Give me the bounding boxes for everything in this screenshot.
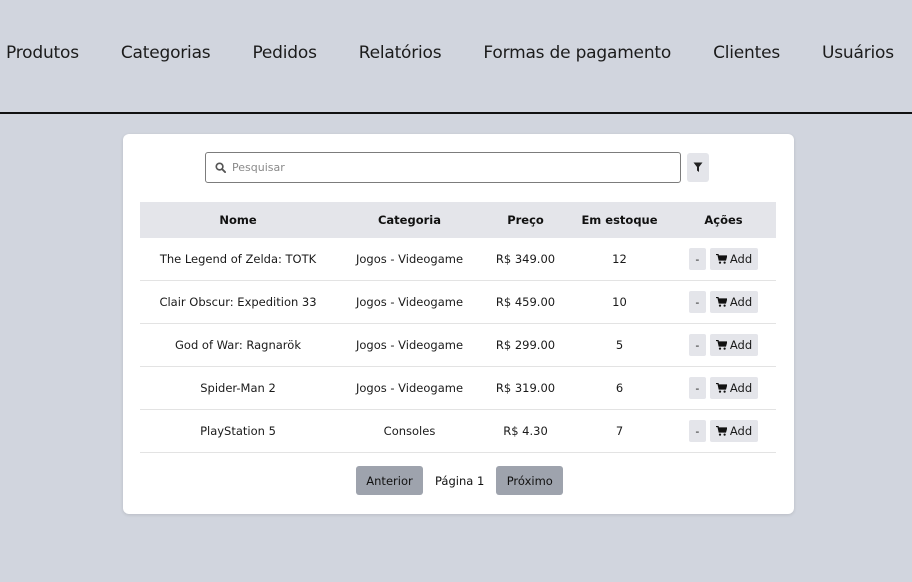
product-price: R$ 349.00 <box>483 238 568 281</box>
table-row: PlayStation 5 Consoles R$ 4.30 7 - Add <box>140 409 776 453</box>
add-to-cart-button[interactable]: Add <box>709 334 759 356</box>
add-label: Add <box>729 381 753 395</box>
current-page-label: Página 1 <box>435 473 485 488</box>
search-input[interactable] <box>232 161 652 174</box>
cart-icon <box>715 297 727 307</box>
nav-item-produtos[interactable]: Produtos <box>6 43 79 63</box>
remove-button[interactable]: - <box>688 334 706 356</box>
product-price: R$ 299.00 <box>483 323 568 367</box>
product-category: Jogos - Videogame <box>336 366 483 410</box>
product-name: God of War: Ragnarök <box>140 323 336 367</box>
search-icon <box>213 161 227 175</box>
product-price: R$ 319.00 <box>483 366 568 410</box>
nav-item-categorias[interactable]: Categorias <box>121 43 211 63</box>
header-acoes: Ações <box>671 202 776 238</box>
add-to-cart-button[interactable]: Add <box>709 248 759 270</box>
product-actions: - Add <box>671 280 776 324</box>
add-label: Add <box>729 295 753 309</box>
nav-item-formas-de-pagamento[interactable]: Formas de pagamento <box>483 43 671 63</box>
nav-item-relatorios[interactable]: Relatórios <box>359 43 442 63</box>
product-stock: 12 <box>568 238 671 281</box>
products-table: Nome Categoria Preço Em estoque Ações Th… <box>140 202 776 453</box>
nav-item-usuarios[interactable]: Usuários <box>822 43 894 63</box>
cart-icon <box>715 426 727 436</box>
product-category: Jogos - Videogame <box>336 323 483 367</box>
product-actions: - Add <box>671 366 776 410</box>
product-name: Spider-Man 2 <box>140 366 336 410</box>
add-to-cart-button[interactable]: Add <box>709 291 759 313</box>
remove-button[interactable]: - <box>688 377 706 399</box>
header-em-estoque[interactable]: Em estoque <box>568 202 671 238</box>
table-row: Clair Obscur: Expedition 33 Jogos - Vide… <box>140 280 776 324</box>
product-stock: 7 <box>568 409 671 453</box>
cart-icon <box>715 383 727 393</box>
table-row: God of War: Ragnarök Jogos - Videogame R… <box>140 323 776 367</box>
products-card: Nome Categoria Preço Em estoque Ações Th… <box>123 134 794 514</box>
search-row <box>205 152 709 183</box>
remove-button[interactable]: - <box>688 248 706 270</box>
cart-icon <box>715 254 727 264</box>
next-page-button[interactable]: Próximo <box>496 466 564 495</box>
table-row: Spider-Man 2 Jogos - Videogame R$ 319.00… <box>140 366 776 410</box>
table-header-row: Nome Categoria Preço Em estoque Ações <box>140 202 776 238</box>
table-row: The Legend of Zelda: TOTK Jogos - Videog… <box>140 238 776 281</box>
nav-item-clientes[interactable]: Clientes <box>713 43 780 63</box>
header-nome[interactable]: Nome <box>140 202 336 238</box>
product-actions: - Add <box>671 409 776 453</box>
add-label: Add <box>729 252 753 266</box>
add-to-cart-button[interactable]: Add <box>709 377 759 399</box>
nav-item-pedidos[interactable]: Pedidos <box>252 43 316 63</box>
previous-page-button[interactable]: Anterior <box>356 466 423 495</box>
product-category: Jogos - Videogame <box>336 238 483 281</box>
remove-button[interactable]: - <box>688 420 706 442</box>
product-stock: 5 <box>568 323 671 367</box>
cart-icon <box>715 340 727 350</box>
remove-button[interactable]: - <box>688 291 706 313</box>
product-actions: - Add <box>671 323 776 367</box>
product-category: Consoles <box>336 409 483 453</box>
product-actions: - Add <box>671 238 776 281</box>
add-to-cart-button[interactable]: Add <box>709 420 759 442</box>
product-price: R$ 4.30 <box>483 409 568 453</box>
product-name: PlayStation 5 <box>140 409 336 453</box>
product-stock: 6 <box>568 366 671 410</box>
filter-icon <box>693 158 703 177</box>
product-price: R$ 459.00 <box>483 280 568 324</box>
product-category: Jogos - Videogame <box>336 280 483 324</box>
filter-button[interactable] <box>687 153 709 182</box>
header-categoria[interactable]: Categoria <box>336 202 483 238</box>
product-name: The Legend of Zelda: TOTK <box>140 238 336 281</box>
add-label: Add <box>729 424 753 438</box>
add-label: Add <box>729 338 753 352</box>
top-navigation: Produtos Categorias Pedidos Relatórios F… <box>0 0 912 114</box>
product-stock: 10 <box>568 280 671 324</box>
pagination: Anterior Página 1 Próximo <box>356 466 564 495</box>
search-box[interactable] <box>205 152 681 183</box>
product-name: Clair Obscur: Expedition 33 <box>140 280 336 324</box>
header-preco[interactable]: Preço <box>483 202 568 238</box>
